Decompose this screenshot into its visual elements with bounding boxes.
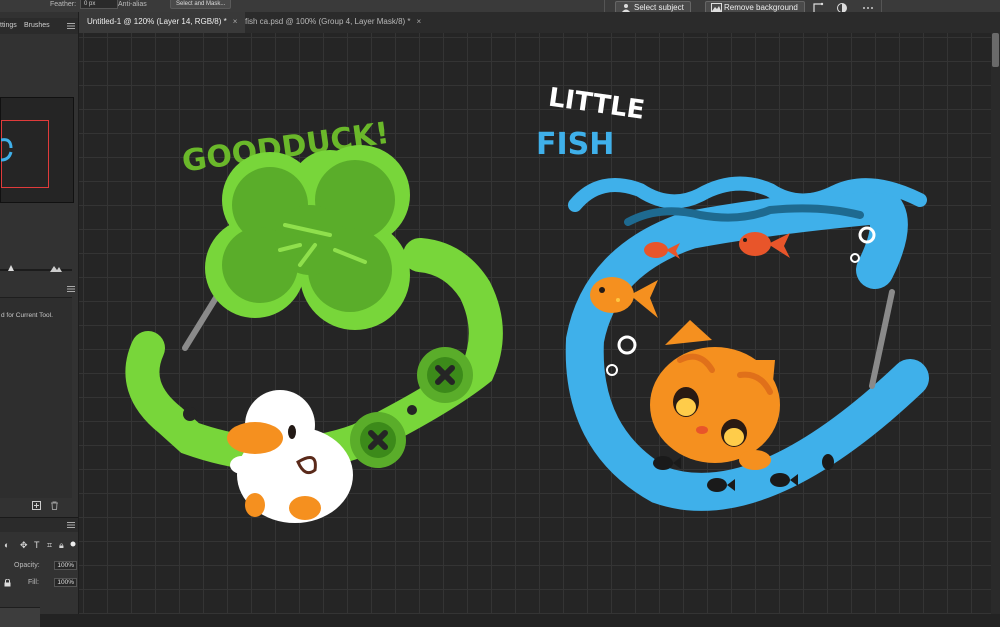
bubble (850, 253, 860, 263)
properties-menu-icon[interactable] (67, 286, 75, 292)
feather-label: Feather: (50, 1, 77, 8)
properties-panel: d for Current Tool. (0, 297, 72, 498)
select-and-mask-button[interactable]: Select and Mask... (170, 0, 232, 9)
layer-row[interactable] (0, 607, 40, 627)
duck-character (227, 390, 353, 523)
filter-toggle-icon[interactable] (70, 541, 76, 547)
feather-input[interactable]: 0 px (80, 0, 118, 9)
select-subject-label: Select subject (634, 3, 684, 12)
tab-untitled-1[interactable]: Untitled-1 @ 120% (Layer 14, RGB/8) * × (79, 12, 246, 33)
tab-title: Untitled-1 @ 120% (Layer 14, RGB/8) * (87, 17, 227, 26)
crop-icon[interactable]: ⌗ (47, 540, 52, 551)
left-panel: ttings Brushes d for Current Tool. ◐ ✥ T… (0, 12, 79, 627)
fish-title-bottom: FISH (536, 127, 614, 162)
pixel-lock-icon[interactable]: ◐ (4, 540, 9, 550)
opacity-label: Opacity: (14, 562, 40, 569)
layers-panel-header (0, 517, 78, 532)
fill-row: Fill: 100% (0, 577, 78, 591)
bubble (617, 335, 637, 355)
navigator-thumbnail[interactable] (0, 97, 74, 203)
tab-title: fish ca.psd @ 100% (Group 4, Layer Mask/… (245, 17, 411, 26)
fish-title: LITTLE FISH (536, 83, 646, 162)
antialias-checkbox[interactable]: Anti-alias (118, 0, 147, 9)
goldfish (739, 232, 790, 258)
opacity-row: Opacity: 100% (0, 560, 78, 574)
fill-label: Fill: (28, 579, 39, 586)
scrollbar-thumb[interactable] (992, 33, 999, 67)
zoom-in-icon[interactable] (50, 264, 62, 272)
opacity-input[interactable]: 100% (54, 561, 77, 570)
panel-tabs: ttings Brushes (0, 18, 78, 34)
fish-title-top: LITTLE (547, 83, 647, 126)
tab-fish-ca[interactable]: fish ca.psd @ 100% (Group 4, Layer Mask/… (237, 12, 429, 33)
tab-brushes[interactable]: Brushes (24, 22, 50, 29)
ring-hole (183, 407, 197, 421)
tab-settings[interactable]: ttings (0, 22, 17, 29)
layers-menu-icon[interactable] (67, 522, 75, 528)
thumbnail-art (1, 138, 13, 162)
close-icon[interactable]: × (417, 17, 422, 26)
ring-hole (407, 405, 417, 415)
small-clover (350, 412, 406, 468)
layer-lock-tools: ◐ ✥ T ⌗ 🔒︎ (0, 538, 78, 554)
lock-icon[interactable]: 🔒︎ (59, 540, 64, 551)
cat-character (650, 320, 780, 470)
trash-icon[interactable] (50, 501, 59, 510)
canvas-area[interactable]: GOODDUCK! LITTLE FISH (79, 33, 1000, 614)
new-layer-icon[interactable] (32, 501, 41, 510)
document-tabs-bar: Untitled-1 @ 120% (Layer 14, RGB/8) * × f… (79, 12, 1000, 34)
vertical-scrollbar[interactable] (991, 33, 1000, 614)
image-icon (711, 3, 722, 12)
remove-background-label: Remove background (724, 3, 798, 12)
zoom-slider-thumb[interactable] (8, 265, 14, 271)
small-clover (417, 347, 473, 403)
person-icon (622, 4, 630, 12)
properties-message: d for Current Tool. (1, 312, 53, 319)
type-tool-icon[interactable]: T (34, 540, 40, 550)
panel-menu-icon[interactable] (67, 23, 75, 29)
bubble (606, 364, 618, 376)
artwork: GOODDUCK! LITTLE FISH (125, 83, 929, 523)
fill-input[interactable]: 100% (54, 578, 77, 587)
lock-all-icon[interactable] (4, 579, 11, 587)
move-lock-icon[interactable]: ✥ (20, 540, 28, 551)
four-leaf-clover (205, 145, 410, 330)
zoom-slider[interactable] (0, 263, 72, 277)
